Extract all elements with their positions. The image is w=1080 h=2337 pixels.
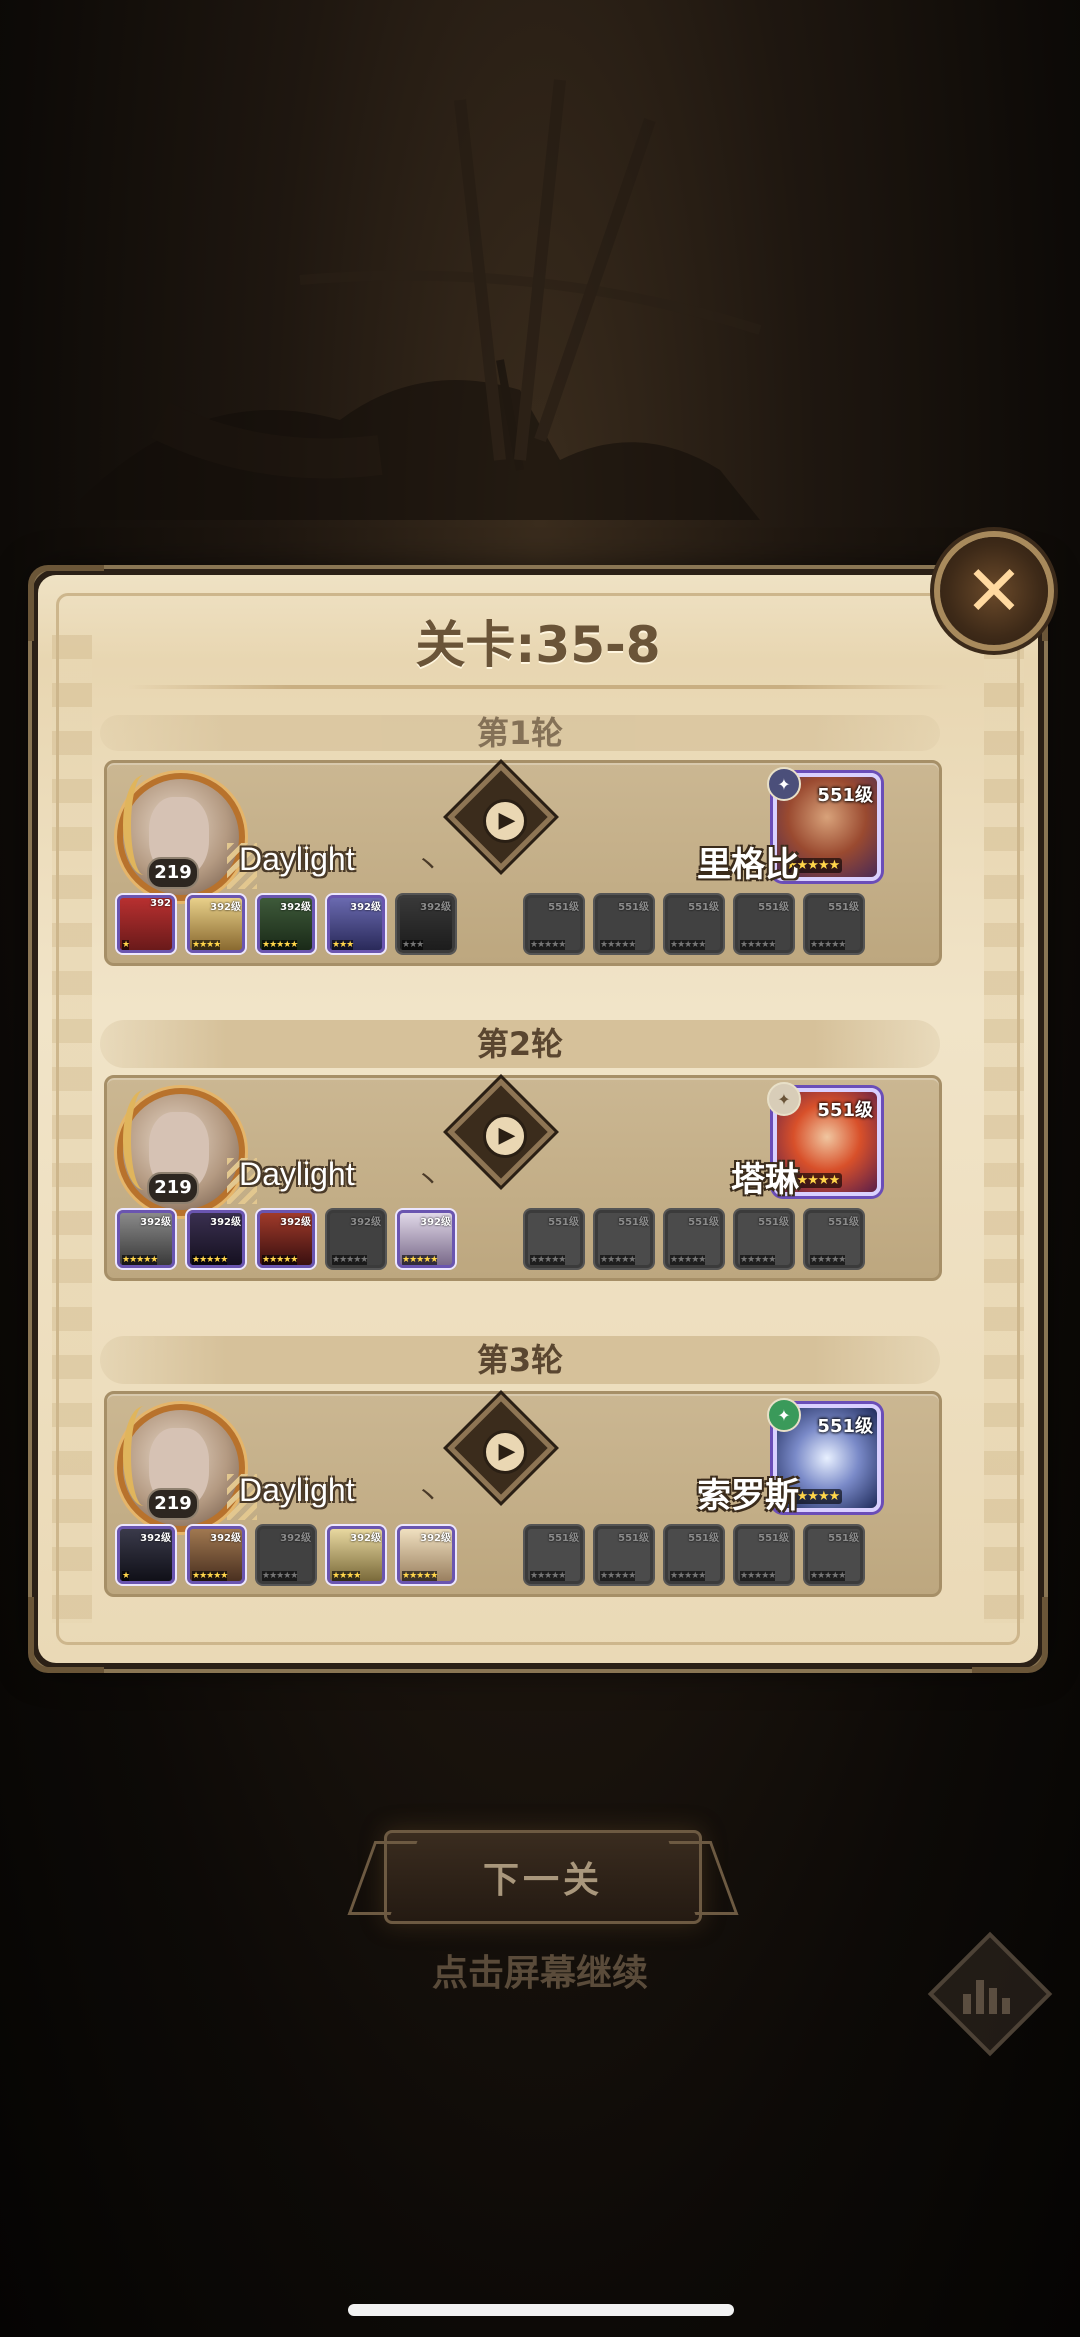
ally-hero[interactable]: 392级 ★★★ [327, 895, 385, 953]
round-3-card: 219 Daylight 丶 ▶ 551级 ★★★★★ ✦ 索罗斯 392级 ★ … [104, 1391, 942, 1597]
ally-hero[interactable]: 392级 ★★★★★ [257, 1526, 315, 1584]
enemy-hero[interactable]: 551级 ★★★★★ [595, 1526, 653, 1584]
player-level-badge: 219 [147, 1488, 199, 1520]
ally-hero[interactable]: 392级 ★★★★★ [327, 1210, 385, 1268]
play-icon[interactable]: ▶ [483, 1114, 527, 1158]
ally-hero[interactable]: 392级 ★★★★ [327, 1526, 385, 1584]
enemy-name: 塔琳 [731, 1160, 799, 1200]
round-3-header: 第3轮 [100, 1336, 940, 1384]
enemy-hero[interactable]: 551级 ★★★★★ [665, 895, 723, 953]
ally-hero[interactable]: 392级 ★★★★ [187, 895, 245, 953]
round-2-header: 第2轮 [100, 1020, 940, 1068]
faction-icon: ✦ [767, 1082, 801, 1116]
tap-to-continue-hint: 点击屏幕继续 [431, 1953, 648, 1994]
ally-hero[interactable]: 392 ★ [117, 895, 175, 953]
ally-hero[interactable]: 392级 ★★★★★ [117, 1210, 175, 1268]
enemy-hero[interactable]: 551级 ★★★★★ [665, 1526, 723, 1584]
close-button[interactable]: ✕ [940, 537, 1048, 645]
enemy-level: 551级 [817, 785, 873, 806]
enemy-name: 里格比 [697, 845, 799, 885]
enemy-hero[interactable]: 551级 ★★★★★ [805, 1526, 863, 1584]
enemy-hero[interactable]: 551级 ★★★★★ [595, 895, 653, 953]
stage-title: 关卡:35-8 [415, 616, 661, 674]
enemy-hero[interactable]: 551级 ★★★★★ [525, 1210, 583, 1268]
close-icon: ✕ [964, 550, 1024, 632]
player-level-badge: 219 [147, 857, 199, 889]
ally-hero[interactable]: 392级 ★★★★★ [257, 1210, 315, 1268]
player-level-badge: 219 [147, 1172, 199, 1204]
bar-chart-icon [962, 1966, 1010, 2014]
round-1-header: 第1轮 [100, 715, 940, 751]
player-name-suffix: 丶 [415, 851, 442, 881]
enemy-hero[interactable]: 551级 ★★★★★ [805, 1210, 863, 1268]
ally-hero[interactable]: 392级 ★★★ [397, 895, 455, 953]
dialog-corner-ornament [972, 1597, 1048, 1673]
ally-hero[interactable]: 392级 ★★★★★ [397, 1210, 455, 1268]
player-name: Daylight [239, 1156, 355, 1192]
enemy-hero[interactable]: 551级 ★★★★★ [595, 1210, 653, 1268]
ally-hero[interactable]: 392级 ★★★★★ [257, 895, 315, 953]
enemy-level: 551级 [817, 1416, 873, 1437]
dialog-side-ornament-left [52, 635, 92, 1623]
enemy-hero[interactable]: 551级 ★★★★★ [735, 895, 793, 953]
ally-hero[interactable]: 392级 ★★★★★ [187, 1526, 245, 1584]
ally-hero[interactable]: 392级 ★ [117, 1526, 175, 1584]
title-divider [128, 685, 948, 689]
next-stage-button[interactable]: 下一关 [384, 1830, 702, 1924]
faction-icon: ✦ [767, 1398, 801, 1432]
player-name: Daylight [239, 1472, 355, 1508]
enemy-level: 551级 [817, 1100, 873, 1121]
player-name-suffix: 丶 [415, 1482, 442, 1512]
dialog-side-ornament-right [984, 635, 1024, 1623]
round-2-card: 219 Daylight 丶 ▶ 551级 ★★★★★ ✦ 塔琳 392级 ★★★… [104, 1075, 942, 1281]
round-1-card: 219 Daylight 丶 ▶ 551级 ★★★★★ ✦ 里格比 392 ★ 3… [104, 760, 942, 966]
faction-icon: ✦ [767, 767, 801, 801]
enemy-hero[interactable]: 551级 ★★★★★ [525, 895, 583, 953]
player-name-suffix: 丶 [415, 1166, 442, 1196]
enemy-hero[interactable]: 551级 ★★★★★ [735, 1526, 793, 1584]
player-name: Daylight [239, 841, 355, 877]
ally-hero[interactable]: 392级 ★★★★★ [187, 1210, 245, 1268]
dialog-corner-ornament [28, 1597, 104, 1673]
enemy-hero[interactable]: 551级 ★★★★★ [805, 895, 863, 953]
play-icon[interactable]: ▶ [483, 1430, 527, 1474]
enemy-name: 索罗斯 [697, 1476, 799, 1516]
enemy-hero[interactable]: 551级 ★★★★★ [665, 1210, 723, 1268]
ally-hero[interactable]: 392级 ★★★★★ [397, 1526, 455, 1584]
play-icon[interactable]: ▶ [483, 799, 527, 843]
enemy-hero[interactable]: 551级 ★★★★★ [525, 1526, 583, 1584]
enemy-hero[interactable]: 551级 ★★★★★ [735, 1210, 793, 1268]
next-stage-label: 下一关 [482, 1860, 603, 1901]
home-indicator[interactable] [348, 2304, 734, 2316]
